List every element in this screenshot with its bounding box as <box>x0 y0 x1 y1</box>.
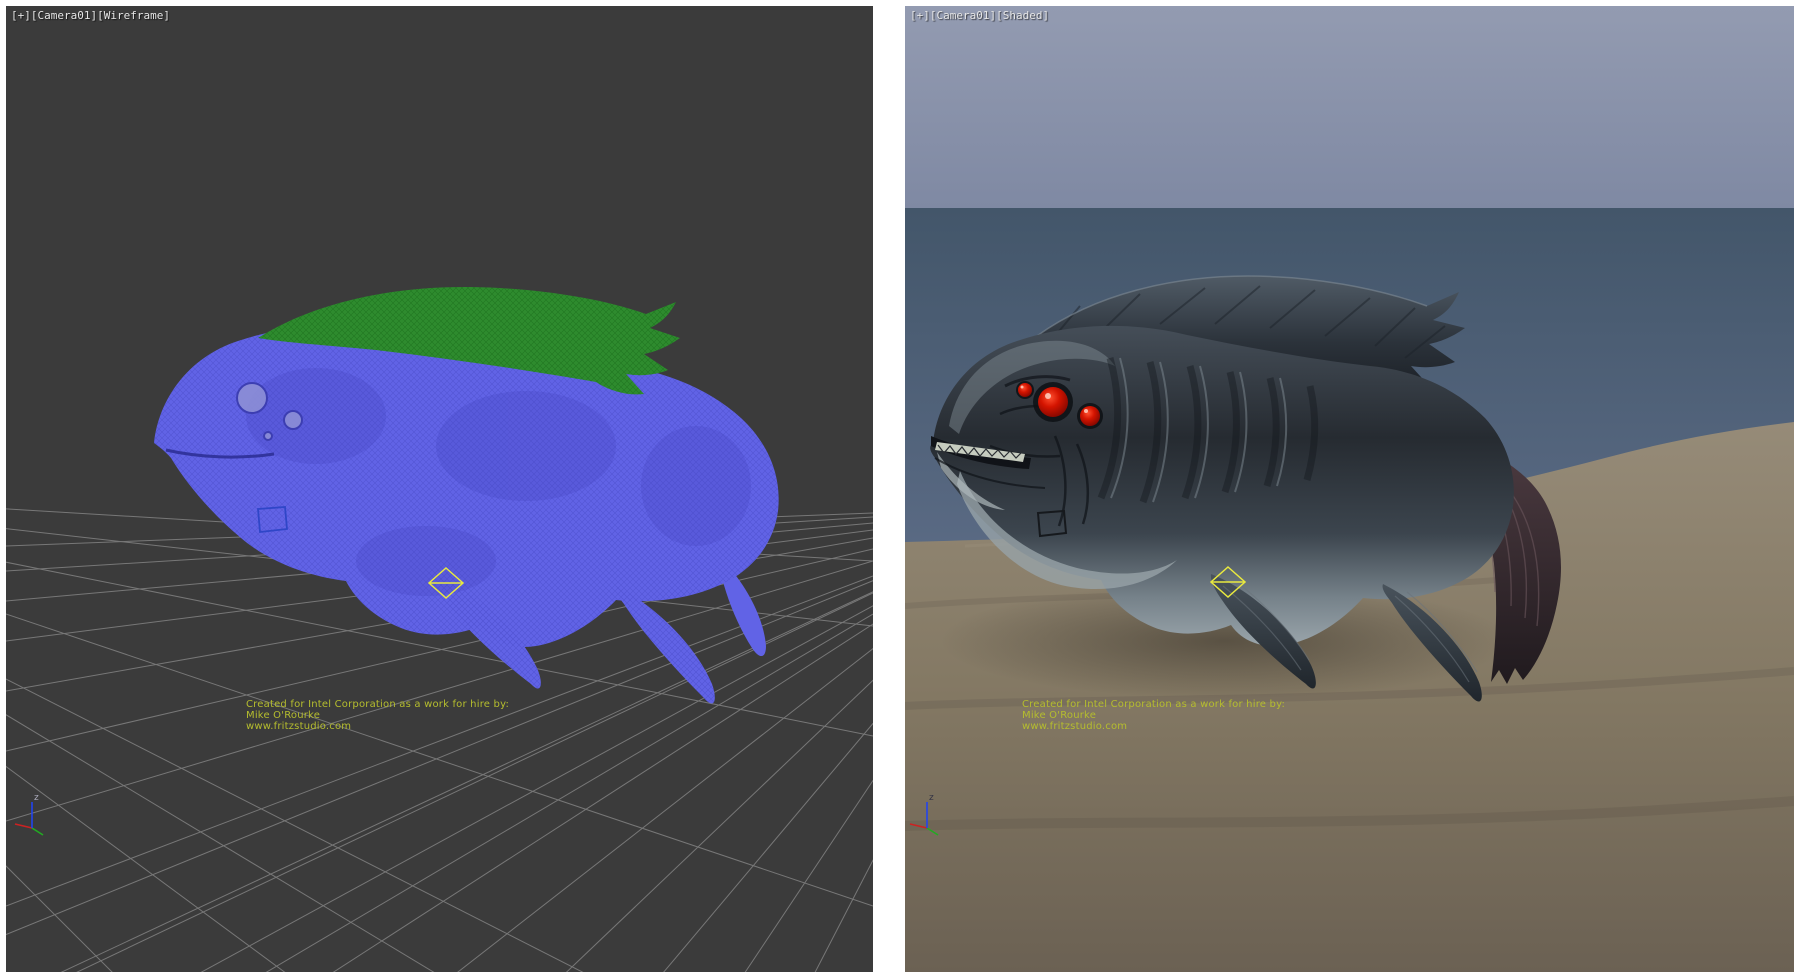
viewport-general-menu[interactable]: [+] <box>910 9 930 22</box>
axis-x <box>15 824 32 828</box>
wireframe-scene[interactable]: z <box>6 6 873 972</box>
fish-eye-small <box>1018 383 1032 397</box>
fish-model-wireframe[interactable] <box>154 287 779 704</box>
viewport-label-right: [+][Camera01][Shaded] <box>910 9 1049 22</box>
viewport-shaded[interactable]: [+][Camera01][Shaded] <box>905 6 1794 972</box>
sky <box>905 6 1794 208</box>
viewport-shading-menu[interactable]: [Shaded] <box>996 9 1049 22</box>
viewport-general-menu[interactable]: [+] <box>11 9 31 22</box>
viewport-label-left: [+][Camera01][Wireframe] <box>11 9 170 22</box>
axis-z-label: z <box>929 793 934 803</box>
axis-z-label: z <box>34 793 39 803</box>
viewport-pov-menu[interactable]: [Camera01] <box>31 9 97 22</box>
viewport-shading-menu[interactable]: [Wireframe] <box>97 9 170 22</box>
viewport-pov-menu[interactable]: [Camera01] <box>930 9 996 22</box>
shaded-scene[interactable]: z <box>905 6 1794 972</box>
axis-y <box>32 828 43 835</box>
fish-eye-main <box>1038 387 1068 417</box>
fish-eye-right <box>1080 406 1100 426</box>
viewport-wireframe[interactable]: [+][Camera01][Wireframe] <box>6 6 873 972</box>
